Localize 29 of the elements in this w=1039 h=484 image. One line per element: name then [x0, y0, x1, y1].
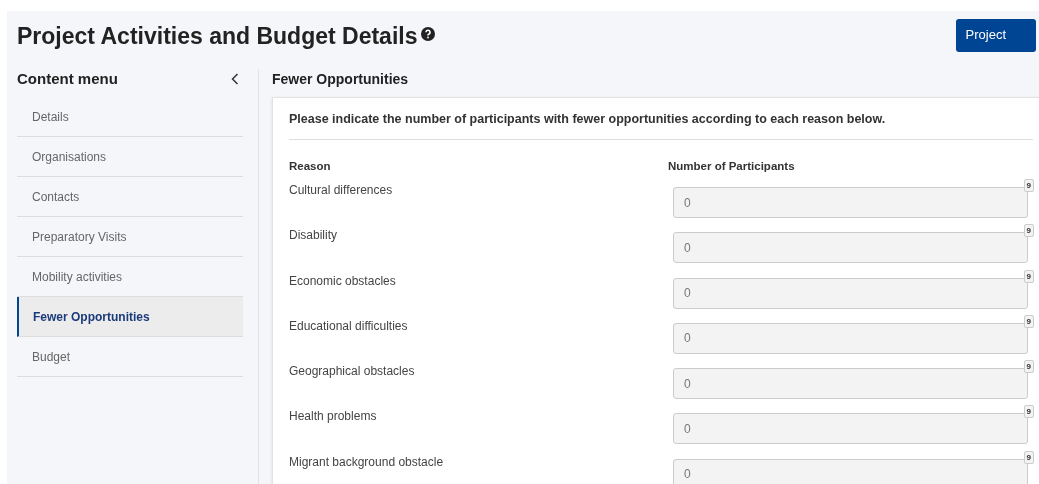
- page-title: Project Activities and Budget Details: [17, 21, 418, 51]
- counter-badge: 9: [1023, 405, 1034, 419]
- column-header: Number of Participants: [668, 158, 795, 174]
- reason-label: Migrant background obstacle: [289, 453, 445, 471]
- section-title: Fewer Opportunities: [272, 69, 410, 89]
- reason-label: Geographical obstacles: [289, 363, 416, 381]
- counter-badge: 9: [1023, 179, 1034, 192]
- counter-badge: 9: [1023, 314, 1034, 328]
- instruction-text: Please indicate the number of participants with fewer opportunities according to each reason below.: [289, 110, 1033, 140]
- counter-badge: 9: [1023, 450, 1034, 464]
- column-header: Reason: [289, 158, 332, 174]
- sidebar-item[interactable]: Organisations: [17, 137, 243, 177]
- collapse-icon[interactable]: [231, 73, 239, 85]
- sidebar-title: Content menu: [17, 68, 118, 89]
- reason-label: Economic obstacles: [289, 272, 397, 290]
- sidebar-item[interactable]: Budget: [17, 337, 243, 377]
- sidebar-item[interactable]: Details: [17, 97, 243, 137]
- sidebar-item[interactable]: Preparatory Visits: [17, 217, 243, 257]
- sidebar-item[interactable]: Fewer Opportunities: [17, 297, 243, 337]
- sidebar-item[interactable]: Contacts: [17, 177, 243, 217]
- reason-label: Disability: [289, 227, 338, 245]
- reason-label: Cultural differences: [289, 182, 394, 199]
- reason-label: Health problems: [289, 408, 378, 426]
- counter-badge: 9: [1023, 224, 1034, 238]
- project-button[interactable]: Project: [955, 18, 1036, 52]
- help-icon[interactable]: [421, 27, 436, 41]
- counter-badge: 9: [1023, 269, 1034, 283]
- counter-badge: 9: [1023, 360, 1034, 374]
- reason-label: Educational difficulties: [289, 317, 409, 335]
